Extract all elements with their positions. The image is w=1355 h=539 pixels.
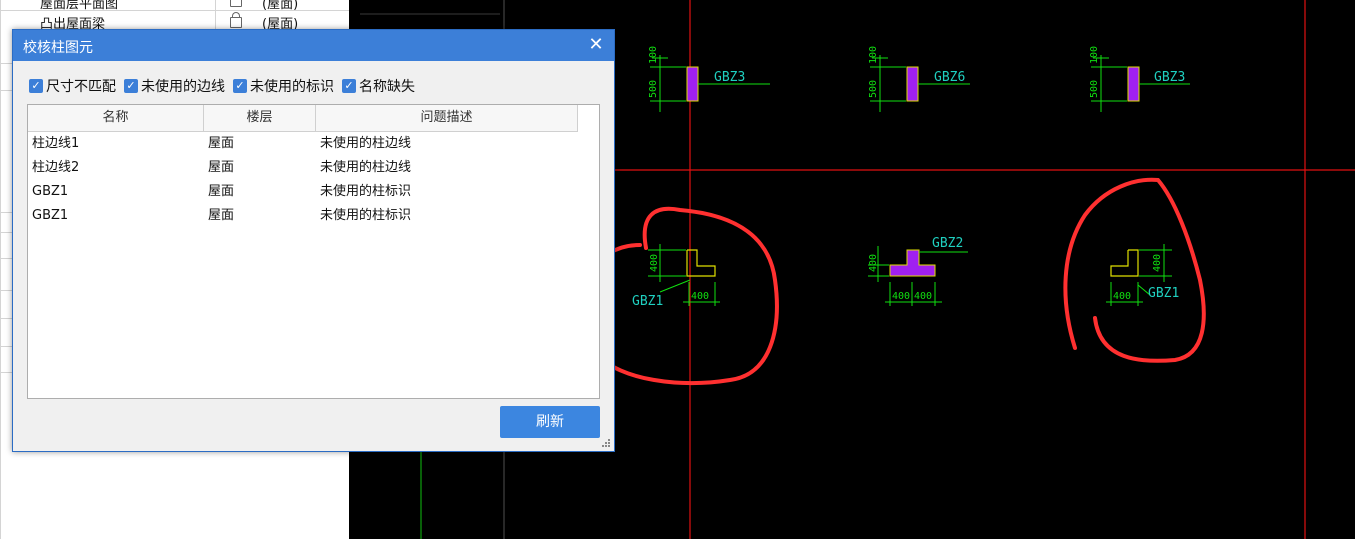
column-label: GBZ3 — [1154, 70, 1185, 85]
cell-name: GBZ1 — [32, 184, 69, 199]
dim-label: 400 — [1113, 291, 1131, 302]
dialog-title: 校核柱图元 — [23, 40, 93, 56]
table-row[interactable]: GBZ1 屋面 未使用的柱标识 — [28, 180, 598, 204]
filter-unused-edge[interactable]: ✓ 未使用的边线 — [124, 76, 225, 96]
row-divider — [0, 10, 349, 11]
column-header-description[interactable]: 问题描述 — [316, 105, 578, 131]
filter-label: 未使用的标识 — [250, 79, 334, 95]
close-icon[interactable]: ✕ — [586, 35, 606, 55]
cell-description: 未使用的柱边线 — [320, 160, 412, 175]
check-column-dialog: 校核柱图元 ✕ ✓ 尺寸不匹配 ✓ 未使用的边线 ✓ 未使用的标识 ✓ 名称缺失… — [12, 29, 615, 452]
cell-name: 柱边线1 — [32, 136, 80, 151]
cell-description: 未使用的柱标识 — [320, 184, 412, 199]
filter-label: 尺寸不匹配 — [46, 79, 116, 95]
filter-size-mismatch[interactable]: ✓ 尺寸不匹配 — [29, 76, 116, 96]
column-header-floor[interactable]: 楼层 — [204, 105, 316, 131]
table-row[interactable]: 柱边线2 屋面 未使用的柱边线 — [28, 156, 598, 180]
dim-label: 400 — [892, 291, 910, 302]
cell-name: 柱边线2 — [32, 160, 80, 175]
lock-icon — [230, 0, 242, 7]
checkbox-icon[interactable]: ✓ — [342, 79, 356, 93]
cell-description: 未使用的柱边线 — [320, 136, 412, 151]
filter-label: 名称缺失 — [359, 79, 415, 95]
dim-label: 400 — [868, 254, 879, 272]
column-label: GBZ1 — [632, 294, 663, 309]
checkbox-icon[interactable]: ✓ — [233, 79, 247, 93]
dim-label: 100 — [648, 46, 659, 64]
dim-label: 400 — [914, 291, 932, 302]
dim-label: 500 — [648, 80, 659, 98]
cell-floor: 屋面 — [208, 184, 235, 199]
dim-label: 500 — [868, 80, 879, 98]
filter-missing-name[interactable]: ✓ 名称缺失 — [342, 76, 415, 96]
cell-floor: 屋面 — [208, 136, 235, 151]
cell-name: GBZ1 — [32, 208, 69, 223]
checkbox-icon[interactable]: ✓ — [124, 79, 138, 93]
column-label: GBZ3 — [714, 70, 745, 85]
resize-grip-icon[interactable] — [601, 438, 611, 448]
cell-description: 未使用的柱标识 — [320, 208, 412, 223]
column-label: GBZ2 — [932, 236, 963, 251]
dim-label: 500 — [1089, 80, 1100, 98]
column-header-name[interactable]: 名称 — [28, 105, 204, 131]
panel-divider — [215, 0, 216, 29]
lock-icon — [230, 12, 242, 28]
dim-label: 400 — [1152, 254, 1163, 272]
checkbox-icon[interactable]: ✓ — [29, 79, 43, 93]
column-label: GBZ6 — [934, 70, 965, 85]
table-row[interactable]: GBZ1 屋面 未使用的柱标识 — [28, 204, 598, 228]
table-row[interactable]: 柱边线1 屋面 未使用的柱边线 — [28, 132, 598, 156]
refresh-button[interactable]: 刷新 — [500, 406, 600, 438]
filter-label: 未使用的边线 — [141, 79, 225, 95]
dim-label: 400 — [691, 291, 709, 302]
panel-divider — [0, 0, 1, 539]
dialog-title-bar[interactable]: 校核柱图元 ✕ — [13, 30, 614, 61]
cell-floor: 屋面 — [208, 160, 235, 175]
filter-group: ✓ 尺寸不匹配 ✓ 未使用的边线 ✓ 未使用的标识 ✓ 名称缺失 — [29, 76, 423, 96]
table-header: 名称 楼层 问题描述 — [28, 105, 578, 132]
filter-unused-label[interactable]: ✓ 未使用的标识 — [233, 76, 334, 96]
column-label: GBZ1 — [1148, 286, 1179, 301]
dim-label: 100 — [868, 46, 879, 64]
issues-table[interactable]: 名称 楼层 问题描述 柱边线1 屋面 未使用的柱边线 柱边线2 屋面 未使用的柱… — [27, 104, 600, 399]
dim-label: 100 — [1089, 46, 1100, 64]
cell-floor: 屋面 — [208, 208, 235, 223]
dim-label: 400 — [649, 254, 660, 272]
